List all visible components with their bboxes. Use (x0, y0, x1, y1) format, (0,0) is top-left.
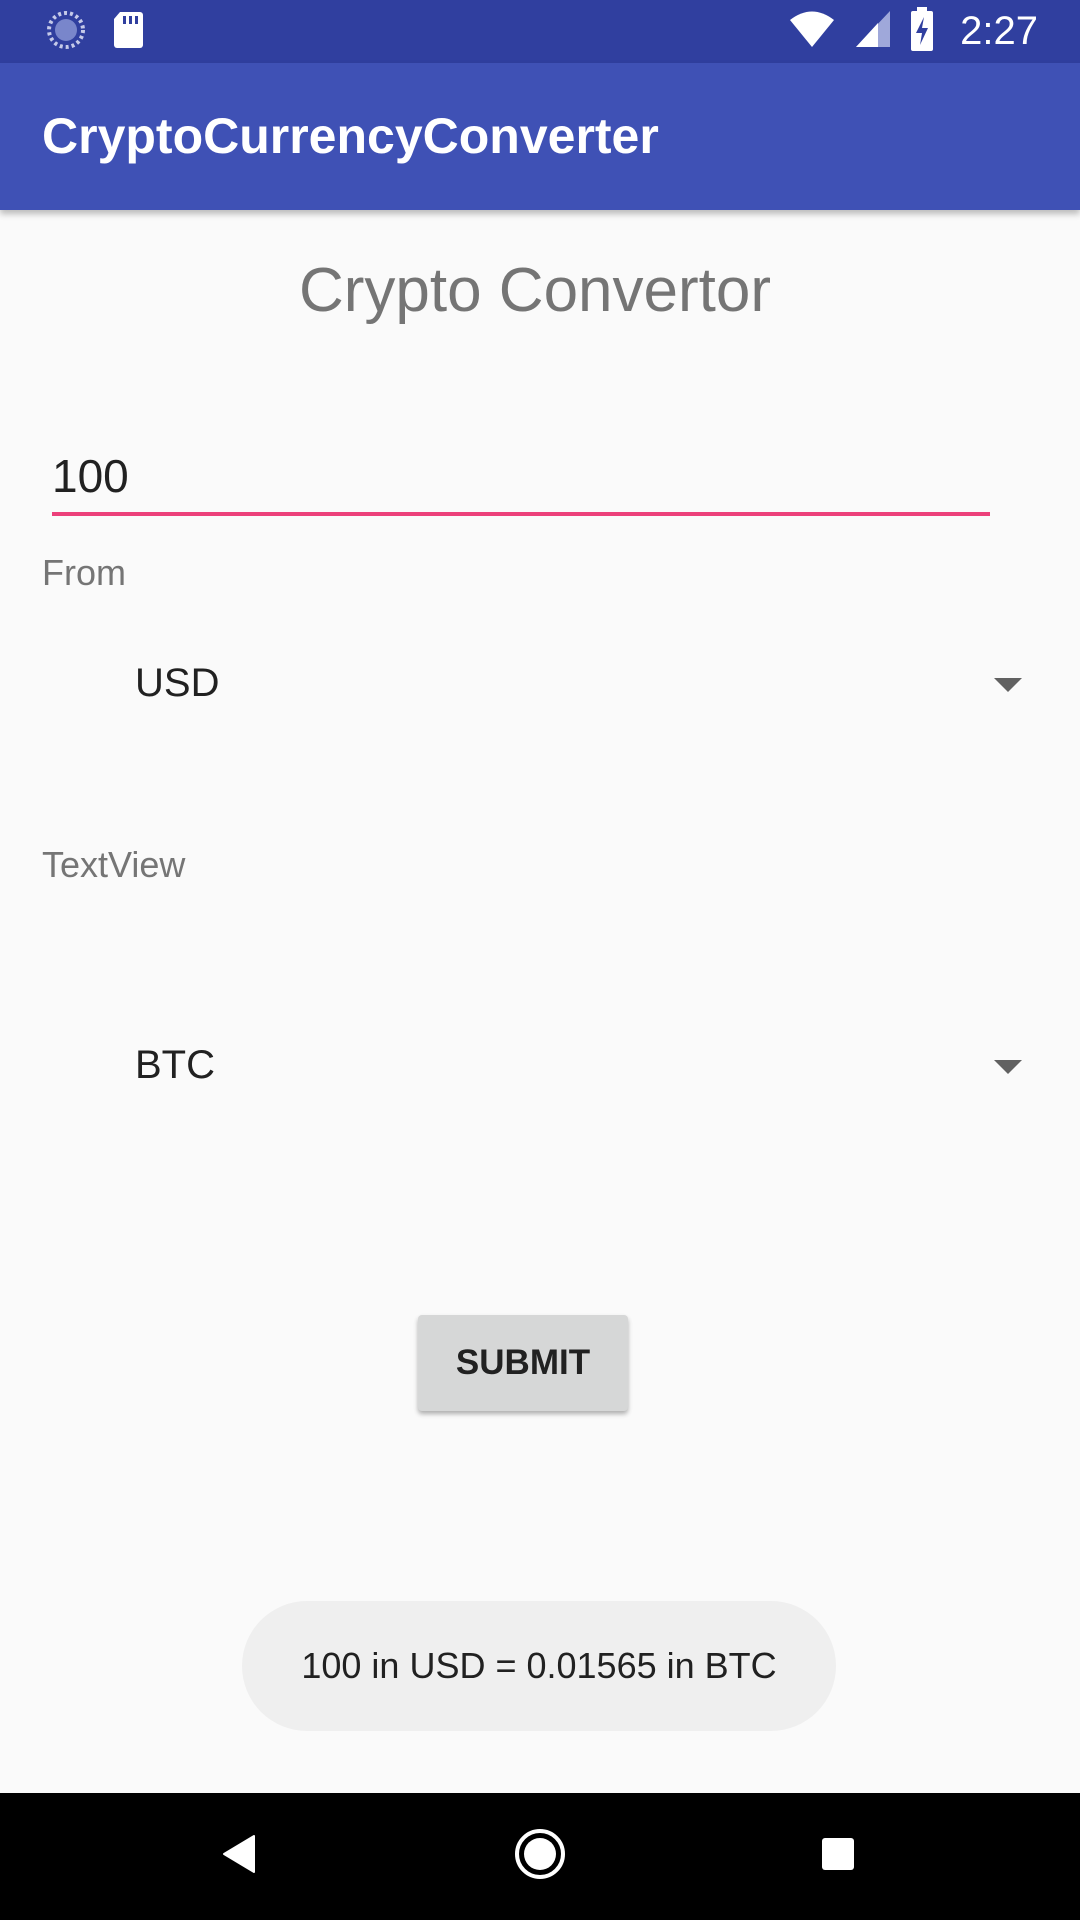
status-bar: 2:27 (0, 0, 1080, 63)
result-toast: 100 in USD = 0.01565 in BTC (242, 1601, 836, 1731)
home-icon (514, 1828, 566, 1885)
sd-card-icon (112, 10, 144, 55)
wifi-icon (788, 9, 836, 54)
to-currency-value: BTC (135, 1043, 215, 1087)
signal-icon (854, 9, 892, 54)
app-bar: CryptoCurrencyConverter (0, 63, 1080, 210)
navigation-bar (0, 1793, 1080, 1920)
recents-icon (820, 1836, 856, 1877)
recents-button[interactable] (798, 1793, 878, 1920)
to-label: TextView (42, 844, 186, 885)
dropdown-arrow-icon (994, 1060, 1022, 1074)
status-clock: 2:27 (960, 9, 1038, 53)
dropdown-arrow-icon (994, 678, 1022, 692)
from-currency-value: USD (135, 661, 220, 705)
amount-input[interactable] (52, 440, 990, 516)
submit-button[interactable]: SUBMIT (418, 1315, 628, 1411)
sync-icon (46, 10, 86, 55)
status-bar-system: 2:27 (788, 0, 1038, 63)
to-currency-spinner[interactable]: BTC (42, 1010, 1022, 1120)
status-bar-notifications (46, 10, 144, 54)
back-icon (222, 1834, 258, 1879)
from-currency-spinner[interactable]: USD (42, 628, 1022, 738)
back-button[interactable] (200, 1793, 280, 1920)
battery-charging-icon (910, 7, 934, 56)
home-button[interactable] (500, 1793, 580, 1920)
from-label: From (42, 552, 126, 593)
app-title: CryptoCurrencyConverter (42, 108, 659, 164)
page-title: Crypto Convertor (298, 256, 772, 325)
